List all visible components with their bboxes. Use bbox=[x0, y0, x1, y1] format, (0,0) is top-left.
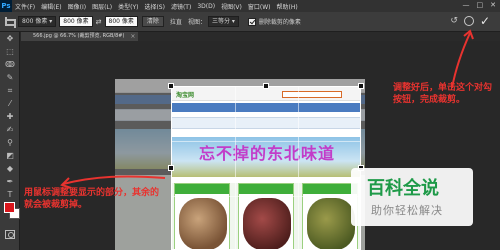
product-card bbox=[238, 183, 294, 249]
clear-button[interactable]: 清除 bbox=[141, 16, 164, 27]
commit-controls: ↺ ✓ bbox=[450, 15, 490, 27]
delete-cropped-checkbox[interactable] bbox=[247, 17, 256, 26]
minimize-icon[interactable]: — bbox=[463, 1, 470, 9]
swap-dimensions-icon[interactable]: ⇄ bbox=[96, 18, 102, 26]
annotation-commit-crop: 调整好后，单击这个对勾按钮，完成裁剪。 bbox=[393, 83, 493, 105]
lasso-tool-icon[interactable]: ↂ bbox=[3, 59, 17, 71]
cancel-crop-icon[interactable] bbox=[463, 16, 474, 26]
menu-help[interactable]: 帮助(H) bbox=[274, 2, 301, 11]
thirds-guide bbox=[298, 87, 299, 249]
marquee-tool-icon[interactable]: ⬚ bbox=[3, 46, 17, 58]
annotation-adjust-crop: 用鼠标调整要显示的部分，其余的就会被裁剪掉。 bbox=[24, 188, 160, 210]
menu-type[interactable]: 类型(Y) bbox=[115, 2, 141, 11]
maximize-icon[interactable]: □ bbox=[477, 1, 484, 9]
crop-handle-top-right[interactable] bbox=[358, 83, 364, 89]
quick-select-tool-icon[interactable]: ✎ bbox=[3, 72, 17, 84]
commit-crop-checkmark-icon[interactable]: ✓ bbox=[480, 15, 490, 27]
banner-text: 忘不掉的东北味道 bbox=[198, 144, 335, 163]
site-subnav bbox=[172, 117, 360, 129]
watermark-title: 百科全说 bbox=[367, 178, 439, 199]
pen-tool-icon[interactable]: ✒ bbox=[3, 176, 17, 188]
straighten-button[interactable]: 拉直 bbox=[170, 17, 182, 26]
menu-edit[interactable]: 编辑(E) bbox=[38, 2, 64, 11]
document-tab-bar: 566.jpg @ 66.7% (裁剪预览, RGB/8#) × bbox=[21, 32, 500, 41]
crop-tool-icon[interactable]: ⌗ bbox=[3, 85, 17, 97]
crop-width-input[interactable]: 800 像素 bbox=[59, 16, 93, 27]
site-search-box bbox=[282, 91, 342, 98]
stamp-tool-icon[interactable]: ⚲ bbox=[3, 137, 17, 149]
beans-image bbox=[307, 198, 355, 249]
menu-select[interactable]: 选择(S) bbox=[141, 2, 168, 11]
foreground-color-swatch[interactable] bbox=[4, 202, 15, 213]
document-tab[interactable]: 566.jpg @ 66.7% (裁剪预览, RGB/8#) × bbox=[21, 32, 139, 41]
crop-preview-image: 淘宝网 忘不掉的东北味道 bbox=[172, 87, 360, 249]
close-icon[interactable]: ✕ bbox=[490, 1, 496, 9]
beans-image bbox=[243, 198, 291, 249]
healing-tool-icon[interactable]: ✚ bbox=[3, 111, 17, 123]
document-tab-label: 566.jpg @ 66.7% (裁剪预览, RGB/8#) bbox=[33, 33, 125, 39]
crop-handle-left[interactable] bbox=[168, 165, 174, 171]
thirds-guide bbox=[172, 196, 360, 197]
menu-file[interactable]: 文件(F) bbox=[12, 2, 38, 11]
menu-bar: Ps 文件(F) 编辑(E) 图像(I) 图层(L) 类型(Y) 选择(S) 滤… bbox=[0, 0, 500, 12]
crop-box[interactable]: 淘宝网 忘不掉的东北味道 bbox=[171, 86, 361, 250]
product-card bbox=[302, 183, 358, 249]
site-nav bbox=[172, 103, 360, 112]
eraser-tool-icon[interactable]: ◩ bbox=[3, 150, 17, 162]
tools-panel: ✥ ⬚ ↂ ✎ ⌗ ⁄ ✚ ✍ ⚲ ◩ ◆ ✒ T ✋ bbox=[0, 32, 20, 250]
thirds-guide bbox=[235, 87, 236, 249]
photoshop-logo: Ps bbox=[0, 0, 12, 12]
menu-3d[interactable]: 3D(D) bbox=[194, 3, 218, 10]
options-bar: 800 像素 ▾ 800 像素 ⇄ 800 像素 清除 拉直 视图： 三等分 ▾… bbox=[0, 12, 500, 32]
crop-tool-icon[interactable] bbox=[3, 16, 16, 28]
crop-handle-top[interactable] bbox=[263, 83, 269, 89]
brush-tool-icon[interactable]: ✍ bbox=[3, 124, 17, 136]
crop-handle-top-left[interactable] bbox=[168, 83, 174, 89]
site-logo: 淘宝网 bbox=[176, 92, 195, 99]
view-label: 视图： bbox=[187, 19, 206, 26]
thirds-guide bbox=[172, 141, 360, 142]
crop-ratio-select[interactable]: 800 像素 ▾ bbox=[18, 16, 57, 27]
site-banner: 忘不掉的东北味道 bbox=[172, 137, 360, 177]
reset-icon[interactable]: ↺ bbox=[450, 16, 458, 26]
menu-image[interactable]: 图像(I) bbox=[65, 2, 89, 11]
watermark: 百科全说 助你轻松解决 bbox=[351, 168, 473, 226]
quick-mask-icon[interactable] bbox=[5, 230, 15, 239]
product-card bbox=[174, 183, 230, 249]
window-controls: — □ ✕ bbox=[463, 1, 497, 9]
menu-layer[interactable]: 图层(L) bbox=[89, 2, 115, 11]
menu-filter[interactable]: 滤镜(T) bbox=[168, 2, 194, 11]
delete-cropped-label: 删除裁剪的像素 bbox=[258, 19, 301, 26]
blur-tool-icon[interactable]: ◆ bbox=[3, 163, 17, 175]
beans-image bbox=[179, 198, 227, 249]
tab-close-icon[interactable]: × bbox=[130, 32, 135, 41]
watermark-subtitle: 助你轻松解决 bbox=[371, 204, 443, 217]
eyedropper-tool-icon[interactable]: ⁄ bbox=[3, 98, 17, 110]
crop-height-input[interactable]: 800 像素 bbox=[104, 16, 138, 27]
move-tool-icon[interactable]: ✥ bbox=[3, 33, 17, 45]
type-tool-icon[interactable]: T bbox=[3, 189, 17, 201]
overlay-view-select[interactable]: 三等分 ▾ bbox=[207, 16, 239, 27]
menu-window[interactable]: 窗口(W) bbox=[245, 2, 274, 11]
menu-view[interactable]: 视图(V) bbox=[218, 2, 245, 11]
product-row bbox=[172, 183, 360, 249]
